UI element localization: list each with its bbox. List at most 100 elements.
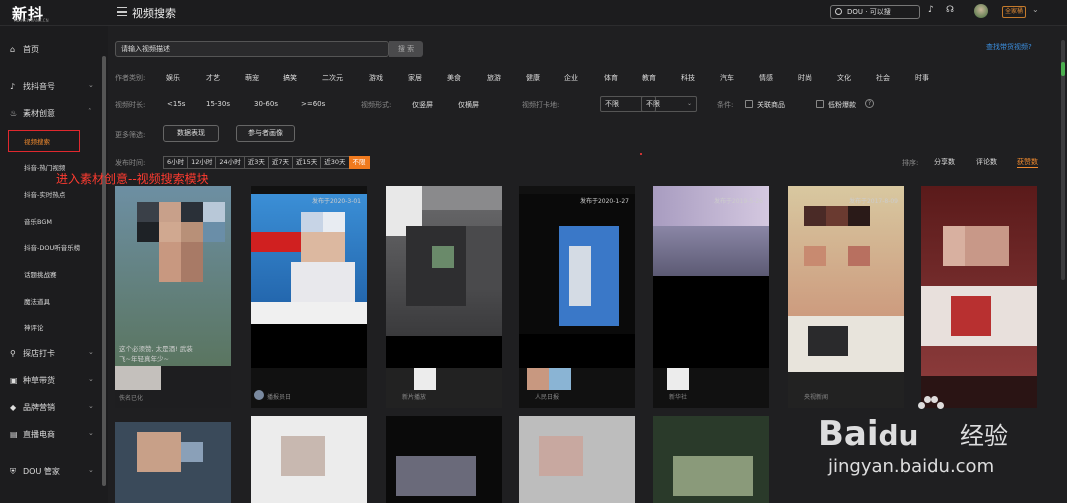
category-option[interactable]: 游戏 <box>369 73 383 83</box>
duration-option[interactable]: <15s <box>167 100 185 108</box>
sidebar-item-dou-manager[interactable]: ⛨ DOU 管家 ⌄ <box>10 466 94 477</box>
avatar[interactable] <box>974 4 988 18</box>
category-option[interactable]: 健康 <box>526 73 540 83</box>
duration-option[interactable]: 30-60s <box>254 100 278 108</box>
category-option[interactable]: 娱乐 <box>166 73 180 83</box>
category-option[interactable]: 美食 <box>447 73 461 83</box>
category-option[interactable]: 才艺 <box>206 73 220 83</box>
video-card[interactable]: 发布于2017-8-09 央视新闻 <box>788 186 904 408</box>
low-fan-hit-label: 低粉爆款 <box>828 101 856 109</box>
category-option[interactable]: 体育 <box>604 73 618 83</box>
related-goods-checkbox[interactable] <box>745 100 753 108</box>
video-card[interactable] <box>251 416 367 503</box>
video-card[interactable]: 发布于2020-3-01 播报员日 <box>251 186 367 408</box>
sort-comments[interactable]: 评论数 <box>976 157 997 167</box>
category-option[interactable]: 教育 <box>642 73 656 83</box>
sidebar-sub-music-bgm[interactable]: 音乐BGM <box>24 216 52 226</box>
video-card[interactable]: 新片播放 <box>386 186 502 408</box>
search-button[interactable]: 搜 索 <box>389 41 423 57</box>
publish-time-group: 6小时 12小时 24小时 近3天 近7天 近15天 近30天 不限 <box>163 156 370 169</box>
home-icon: ⌂ <box>10 45 16 54</box>
live-icon: ▤ <box>10 430 18 439</box>
video-card[interactable] <box>519 416 635 503</box>
video-card[interactable]: 发布于2020-1-27 人民日报 <box>519 186 635 408</box>
publish-time-option[interactable]: 近3天 <box>243 156 269 169</box>
category-option[interactable]: 情感 <box>759 73 773 83</box>
sidebar-item-seeding[interactable]: ▣ 种草带货 ⌄ <box>10 375 94 386</box>
vip-badge[interactable]: 全家桶 <box>1002 6 1026 18</box>
paw-glyph: du <box>878 419 919 452</box>
form-option[interactable]: 仅竖屏 <box>412 100 433 110</box>
scroll-thumb[interactable] <box>1061 62 1065 76</box>
checkin-select-2[interactable]: 不限 ⌄ <box>641 96 697 112</box>
video-card[interactable]: 发布于2019-5-26 新华社 <box>653 186 769 408</box>
sidebar-sub-video-search[interactable]: 视频搜索 <box>24 136 50 146</box>
publish-date: 发布于2020-1-27 <box>579 198 629 205</box>
publish-time-option[interactable]: 近7天 <box>267 156 293 169</box>
publish-time-option[interactable]: 不限 <box>348 156 370 169</box>
form-option[interactable]: 仅横屏 <box>458 100 479 110</box>
tiktok-icon: ♪ <box>10 82 16 91</box>
find-commerce-video-link[interactable]: 查找带货视频? <box>986 42 1032 52</box>
category-option[interactable]: 搞笑 <box>283 73 297 83</box>
publish-time-option[interactable]: 24小时 <box>215 156 245 169</box>
video-card[interactable] <box>653 416 769 503</box>
sidebar-item-live[interactable]: ▤ 直播电商 ⌄ <box>10 429 94 440</box>
tiktok-icon[interactable]: ♪ <box>928 5 934 15</box>
publish-time-option[interactable]: 12小时 <box>187 156 217 169</box>
publish-time-option[interactable]: 近15天 <box>291 156 322 169</box>
video-caption: 这个必须赞, 太是酒! 武装 <box>119 345 193 353</box>
video-card[interactable] <box>921 186 1037 408</box>
help-icon[interactable]: ? <box>865 99 874 108</box>
category-option[interactable]: 汽车 <box>720 73 734 83</box>
sidebar-item-home[interactable]: ⌂ 首页 <box>10 44 39 55</box>
diamond-icon: ◆ <box>10 403 17 412</box>
sidebar-item-explore[interactable]: ⚲ 探店打卡 ⌄ <box>10 348 94 359</box>
duration-option[interactable]: 15-30s <box>206 100 230 108</box>
sidebar-scrollbar[interactable] <box>102 56 106 486</box>
category-option[interactable]: 二次元 <box>322 73 343 83</box>
publish-time-option[interactable]: 6小时 <box>163 156 189 169</box>
low-fan-hit-checkbox[interactable] <box>816 100 824 108</box>
sidebar-item-brand[interactable]: ◆ 品牌营销 ⌄ <box>10 402 94 413</box>
category-option[interactable]: 社会 <box>876 73 890 83</box>
page-scrollbar[interactable] <box>1061 40 1065 280</box>
video-search-input[interactable]: 请输入视频描述 <box>115 41 389 57</box>
page-title: 视频搜索 <box>132 7 176 20</box>
sidebar-sub-magic-props[interactable]: 魔法道具 <box>24 296 50 306</box>
chevron-down-icon[interactable]: ⌄ <box>1032 5 1039 14</box>
sidebar-item-material[interactable]: ♨ 素材创意 ˆ <box>10 108 92 119</box>
category-option[interactable]: 旅游 <box>487 73 501 83</box>
chevron-down-icon: ⌄ <box>88 466 94 474</box>
publish-time-option[interactable]: 近30天 <box>320 156 350 169</box>
sidebar-sub-comments[interactable]: 神评论 <box>24 322 44 332</box>
video-card[interactable] <box>386 416 502 503</box>
watermark-brand-cn: 经验 <box>960 422 1008 450</box>
category-option[interactable]: 家居 <box>408 73 422 83</box>
menu-icon[interactable] <box>117 7 127 16</box>
category-option[interactable]: 文化 <box>837 73 851 83</box>
sidebar-sub-music-chart[interactable]: 抖音-DOU听音乐榜 <box>24 242 80 252</box>
video-author: 新片播放 <box>402 394 427 401</box>
sidebar-item-find-account[interactable]: ♪ 找抖音号 ⌄ <box>10 81 94 92</box>
video-card[interactable]: 这个必须赞, 太是酒! 武装 飞~年轻真年少~ 佚名已化 <box>115 186 231 408</box>
data-performance-button[interactable]: 数据表现 <box>163 125 219 142</box>
category-option[interactable]: 企业 <box>564 73 578 83</box>
video-card[interactable] <box>115 422 231 503</box>
logo-subtitle: XD.NEWRANK.CN <box>14 18 49 23</box>
headset-icon[interactable]: ☊ <box>946 5 954 15</box>
sidebar-sub-hot-topics[interactable]: 抖音-实时热点 <box>24 189 65 199</box>
sort-shares[interactable]: 分享数 <box>934 157 955 167</box>
participant-profile-button[interactable]: 参与者画像 <box>236 125 295 142</box>
category-option[interactable]: 萌宠 <box>245 73 259 83</box>
sidebar-item-label: 素材创意 <box>23 109 55 118</box>
category-option[interactable]: 时事 <box>915 73 929 83</box>
sort-likes[interactable]: 获赞数 <box>1017 157 1038 168</box>
category-option[interactable]: 时尚 <box>798 73 812 83</box>
condition-label: 条件: <box>717 101 734 109</box>
category-option[interactable]: 科技 <box>681 73 695 83</box>
sidebar-sub-challenges[interactable]: 话题挑战赛 <box>24 269 57 279</box>
video-author: 新华社 <box>669 394 688 401</box>
duration-option[interactable]: >=60s <box>301 100 325 108</box>
global-search-input[interactable]: DOU · 可以搜 <box>830 5 920 19</box>
